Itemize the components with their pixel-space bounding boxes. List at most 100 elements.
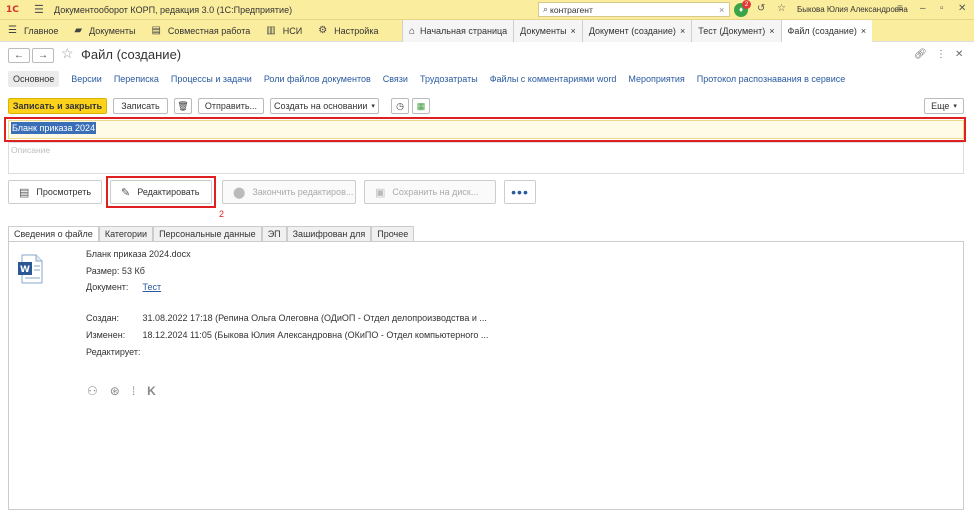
search-value[interactable]: контрагент [550, 5, 719, 15]
open-tab-home[interactable]: ⌂ Начальная страница [402, 20, 514, 42]
main-menu-icon[interactable]: ☰ [34, 3, 46, 16]
settings-lines-icon[interactable]: ≡ [897, 3, 903, 14]
open-tab-test-document[interactable]: Тест (Документ) × [691, 20, 781, 42]
book-icon: ▥ [266, 25, 276, 36]
more-vertical-icon[interactable]: ⋮ [936, 49, 946, 60]
more-actions-button[interactable]: ••• [504, 180, 536, 204]
link-icon[interactable]: 🔗︎ [914, 49, 927, 60]
open-tab-file-create[interactable]: Файл (создание) × [780, 20, 873, 42]
sections-panel: ☰ Главное ▰ Документы ▤ Совместная работ… [0, 20, 974, 42]
finish-edit-icon: ⬤ [233, 186, 246, 199]
tab-other[interactable]: Прочее [371, 226, 415, 242]
nav-link-recognition-log[interactable]: Протокол распознавания в сервисе [697, 74, 845, 84]
open-tab-document-create[interactable]: Документ (создание) × [581, 20, 692, 42]
back-button[interactable]: ← [8, 48, 30, 63]
changed-value: 18.12.2024 11:05 (Быкова Юлия Александро… [142, 330, 489, 340]
star-icon[interactable]: ☆ [777, 3, 786, 14]
nav-link-labor[interactable]: Трудозатраты [420, 74, 478, 84]
more-button[interactable]: Еще ▾ [924, 98, 964, 114]
created-row: Создан: 31.08.2022 17:18 (Репина Ольга О… [86, 313, 487, 323]
section-label: Документы [89, 25, 136, 36]
history-icon[interactable]: ↺ [757, 3, 765, 14]
file-size: Размер: 53 Кб [86, 266, 145, 276]
section-main[interactable]: ☰ Главное [0, 20, 66, 41]
app-logo: 1С [6, 4, 19, 15]
view-button[interactable]: ▤ Просмотреть [8, 180, 102, 204]
form-nav-links: Основное Версии Переписка Процессы и зад… [8, 70, 857, 88]
annotation-box-1 [4, 117, 966, 142]
open-tab-label: Тест (Документ) [698, 26, 766, 36]
send-button[interactable]: Отправить... [198, 98, 264, 114]
save-and-close-button[interactable]: Записать и закрыть [8, 98, 107, 114]
view-document-icon: ▤ [19, 186, 30, 199]
close-tab-icon[interactable]: × [861, 26, 866, 36]
open-tab-label: Документ (создание) [588, 26, 676, 36]
restore-icon[interactable]: ▫ [940, 3, 944, 14]
section-label: Настройка [334, 25, 379, 36]
nav-link-correspondence[interactable]: Переписка [114, 74, 159, 84]
tab-categories[interactable]: Категории [98, 226, 154, 242]
k-letter-icon[interactable]: K [147, 384, 156, 398]
close-tab-icon[interactable]: × [571, 26, 576, 36]
menu-lines-icon: ☰ [8, 25, 17, 36]
forward-button[interactable]: → [32, 48, 54, 63]
clear-icon[interactable]: × [719, 5, 729, 15]
close-tab-icon[interactable]: × [769, 26, 774, 36]
save-to-disk-button[interactable]: ▣ Сохранить на диск... [364, 180, 496, 204]
close-form-icon[interactable]: ✕ [955, 49, 963, 60]
file-status-icons: ⚇ ⊛ ⁞ K [87, 384, 168, 398]
delete-icon[interactable]: 🗑︎ [174, 98, 192, 114]
open-tab-documents[interactable]: Документы × [513, 20, 582, 42]
favorite-star-icon[interactable]: ☆ [61, 45, 74, 62]
finish-editing-button[interactable]: ⬤ Закончить редактиров... [222, 180, 356, 204]
save-button[interactable]: Записать [113, 98, 168, 114]
nav-link-links[interactable]: Связи [383, 74, 408, 84]
global-search-input[interactable]: ⌕ контрагент × [538, 2, 730, 17]
annotation-box-2 [106, 176, 216, 208]
editing-row: Редактирует: [86, 347, 141, 357]
section-collaboration[interactable]: ▤ Совместная работа [143, 20, 258, 41]
section-nsi[interactable]: ▥ НСИ [258, 20, 310, 41]
nav-link-main[interactable]: Основное [8, 71, 60, 87]
nav-link-word-comments[interactable]: Файлы с комментариями word [490, 74, 617, 84]
nav-link-events[interactable]: Мероприятия [628, 74, 684, 84]
open-tabs: ⌂ Начальная страница Документы × Докумен… [402, 20, 873, 42]
description-input[interactable]: Описание [8, 142, 964, 174]
tab-file-info[interactable]: Сведения о файле [8, 226, 99, 242]
finish-edit-label: Закончить редактиров... [252, 187, 354, 197]
close-window-icon[interactable]: ✕ [958, 3, 966, 14]
minimize-icon[interactable]: – [920, 3, 926, 14]
tab-signature[interactable]: ЭП [261, 226, 287, 242]
excel-icon[interactable]: ▦ [412, 98, 430, 114]
section-settings[interactable]: ⚙ Настройка [310, 20, 386, 41]
folder-icon: ▰ [74, 25, 83, 36]
tab-personal-data[interactable]: Персональные данные [153, 226, 262, 242]
tree-icon[interactable]: ⁞ [132, 384, 135, 398]
file-info-panel: W Бланк приказа 2024.docx Размер: 53 Кб … [8, 241, 964, 510]
nav-link-file-roles[interactable]: Роли файлов документов [264, 74, 371, 84]
home-icon: ⌂ [409, 25, 416, 37]
nav-link-versions[interactable]: Версии [71, 74, 102, 84]
tab-encrypted-for[interactable]: Зашифрован для [286, 226, 372, 242]
clock-icon[interactable]: ◷ [391, 98, 409, 114]
created-value: 31.08.2022 17:18 (Репина Ольга Олеговна … [142, 313, 487, 323]
created-label: Создан: [86, 313, 120, 323]
user-name[interactable]: Быкова Юлия Александровна [797, 5, 908, 14]
shield-check-icon[interactable]: ⊛ [110, 384, 120, 398]
changed-label: Изменен: [86, 330, 126, 340]
open-tab-label: Документы [520, 26, 567, 36]
document-link[interactable]: Тест [143, 282, 162, 292]
word-file-icon: W [18, 254, 43, 284]
users-icon[interactable]: ⚇ [87, 384, 98, 398]
notifications-icon[interactable]: ♦ 2 [734, 0, 751, 17]
list-icon: ▤ [151, 25, 161, 36]
nav-link-processes[interactable]: Процессы и задачи [171, 74, 252, 84]
gear-icon: ⚙ [318, 25, 328, 36]
title-bar: 1С ☰ Документооборот КОРП, редакция 3.0 … [0, 0, 974, 20]
notifications-badge: 2 [742, 0, 751, 9]
close-tab-icon[interactable]: × [680, 26, 685, 36]
more-label: Еще [931, 101, 950, 111]
create-based-on-button[interactable]: Создать на основании ▾ [270, 98, 379, 114]
section-documents[interactable]: ▰ Документы [66, 20, 143, 41]
section-label: НСИ [282, 25, 303, 36]
